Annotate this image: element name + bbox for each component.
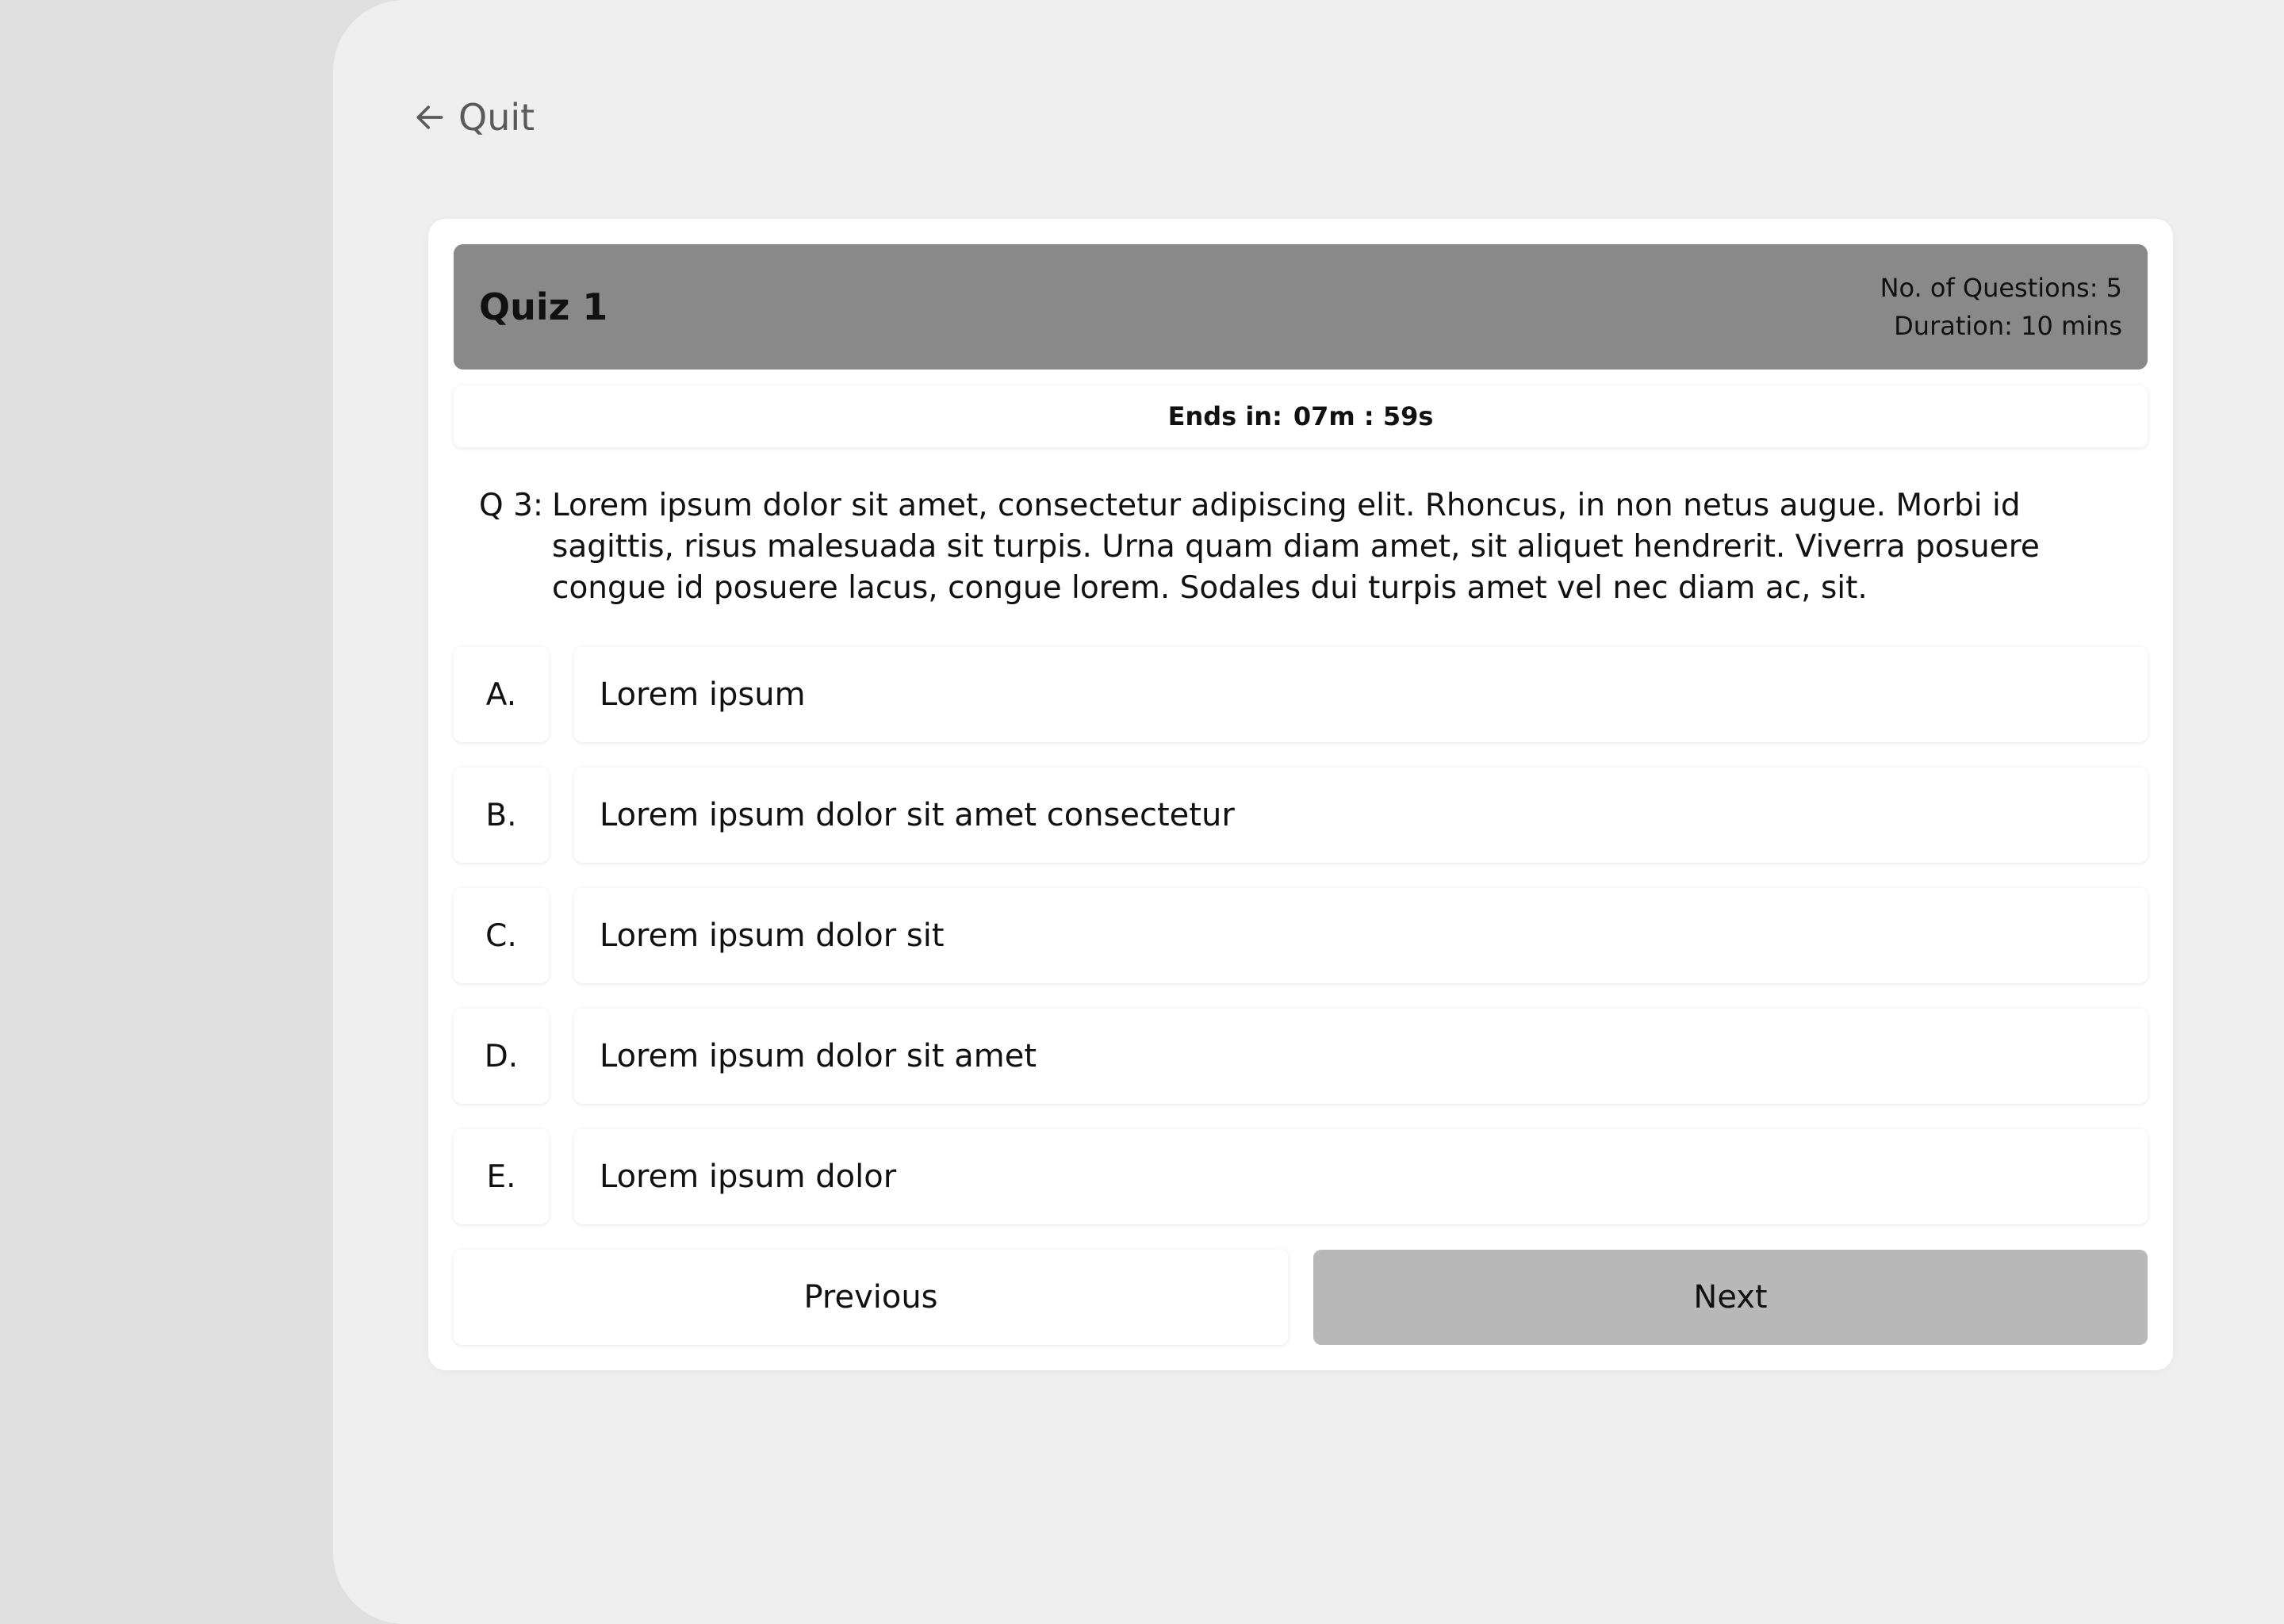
questions-count-value: 5 (2106, 273, 2122, 303)
duration-line: Duration: 10 mins (1880, 307, 2122, 345)
question-text: Lorem ipsum dolor sit amet, consectetur … (552, 488, 2040, 606)
option-text[interactable]: Lorem ipsum dolor sit amet (574, 1009, 2148, 1104)
option-a[interactable]: A. Lorem ipsum (454, 647, 2148, 742)
previous-button[interactable]: Previous (454, 1250, 1288, 1345)
option-text[interactable]: Lorem ipsum dolor sit (574, 888, 2148, 983)
option-b[interactable]: B. Lorem ipsum dolor sit amet consectetu… (454, 768, 2148, 863)
duration-value: 10 mins (2021, 311, 2122, 341)
option-letter[interactable]: A. (454, 647, 549, 742)
questions-count-line: No. of Questions: 5 (1880, 269, 2122, 307)
question: Q 3: Lorem ipsum dolor sit amet, consect… (479, 485, 2129, 609)
option-letter[interactable]: C. (454, 888, 549, 983)
timer-value: 07m : 59s (1293, 401, 1434, 431)
quiz-card: Quiz 1 No. of Questions: 5 Duration: 10 … (428, 219, 2173, 1370)
app-surface: Quit Quiz 1 No. of Questions: 5 Duration… (333, 0, 2284, 1624)
option-c[interactable]: C. Lorem ipsum dolor sit (454, 888, 2148, 983)
quiz-title: Quiz 1 (479, 285, 608, 328)
duration-label: Duration: (1894, 311, 2013, 341)
option-text[interactable]: Lorem ipsum dolor (574, 1129, 2148, 1224)
quiz-meta: No. of Questions: 5 Duration: 10 mins (1880, 269, 2122, 345)
option-letter[interactable]: B. (454, 768, 549, 863)
option-e[interactable]: E. Lorem ipsum dolor (454, 1129, 2148, 1224)
option-text[interactable]: Lorem ipsum dolor sit amet consectetur (574, 768, 2148, 863)
timer-bar: Ends in: 07m : 59s (454, 385, 2148, 447)
option-letter[interactable]: D. (454, 1009, 549, 1104)
quit-button[interactable]: Quit (412, 89, 535, 146)
option-d[interactable]: D. Lorem ipsum dolor sit amet (454, 1009, 2148, 1104)
option-letter[interactable]: E. (454, 1129, 549, 1224)
questions-count-label: No. of Questions: (1880, 273, 2098, 303)
quit-label: Quit (458, 96, 535, 139)
next-button[interactable]: Next (1313, 1250, 2148, 1345)
option-text[interactable]: Lorem ipsum (574, 647, 2148, 742)
quiz-header: Quiz 1 No. of Questions: 5 Duration: 10 … (454, 244, 2148, 370)
timer-label: Ends in: (1167, 401, 1282, 431)
question-number: Q 3: (479, 488, 544, 523)
arrow-left-icon (412, 100, 447, 135)
